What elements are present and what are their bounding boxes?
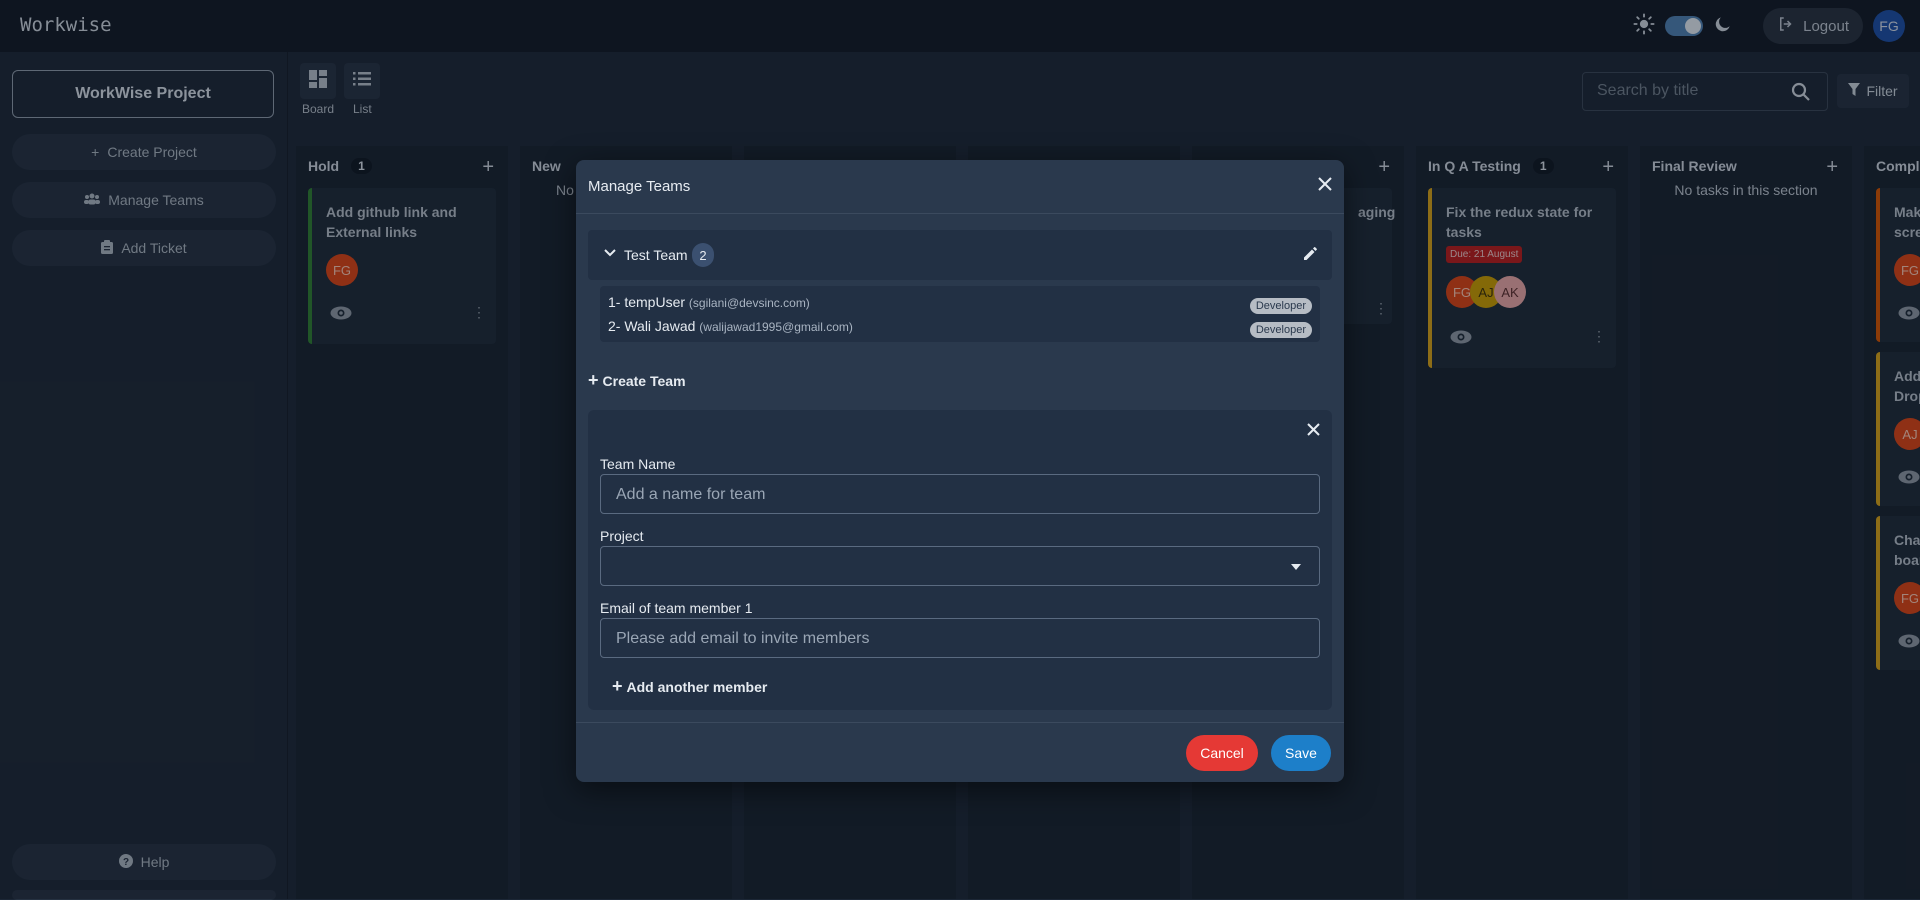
plus-icon: + bbox=[612, 676, 623, 696]
list-item: 1- tempUser (sgilani@devsinc.com) bbox=[608, 294, 810, 310]
add-another-member-button[interactable]: + Add another member bbox=[612, 676, 767, 697]
member-index: 1- bbox=[608, 294, 621, 310]
create-team-label: Create Team bbox=[602, 372, 686, 389]
list-item: 2- Wali Jawad (walijawad1995@gmail.com) bbox=[608, 318, 853, 334]
chevron-down-icon[interactable] bbox=[604, 245, 616, 260]
create-team-form: Team Name Project Email of team member 1… bbox=[588, 410, 1332, 710]
project-select[interactable] bbox=[600, 546, 1320, 586]
modal-footer-divider bbox=[576, 722, 1344, 723]
member-name: Wali Jawad bbox=[624, 318, 696, 334]
member-index: 2- bbox=[608, 318, 621, 334]
member-email: (sgilani@devsinc.com) bbox=[688, 296, 810, 310]
team-accordion-header[interactable]: Test Team 2 bbox=[588, 230, 1332, 280]
member-email: (walijawad1995@gmail.com) bbox=[699, 320, 853, 334]
team-name-input[interactable] bbox=[614, 485, 1298, 505]
plus-icon: + bbox=[588, 370, 599, 390]
create-team-button[interactable]: + Create Team bbox=[588, 370, 686, 391]
team-members-list: 1- tempUser (sgilani@devsinc.com) Develo… bbox=[600, 286, 1320, 342]
save-button[interactable]: Save bbox=[1271, 735, 1331, 771]
edit-pencil-icon[interactable] bbox=[1302, 244, 1320, 267]
modal-divider bbox=[576, 213, 1344, 214]
member-email-field bbox=[600, 618, 1320, 658]
dropdown-caret-icon bbox=[1291, 564, 1301, 570]
member-email-label: Email of team member 1 bbox=[600, 600, 753, 616]
close-icon[interactable] bbox=[1318, 174, 1332, 197]
member-email-input[interactable] bbox=[614, 629, 1298, 649]
team-name-label: Team Name bbox=[600, 456, 676, 472]
add-member-label: Add another member bbox=[626, 678, 768, 695]
team-name-field bbox=[600, 474, 1320, 514]
manage-teams-modal: Manage Teams Test Team 2 1- tempUser (sg… bbox=[576, 160, 1344, 782]
role-badge: Developer bbox=[1249, 298, 1312, 314]
role-badge: Developer bbox=[1249, 322, 1312, 338]
cancel-button[interactable]: Cancel bbox=[1186, 735, 1258, 771]
close-form-icon[interactable] bbox=[1307, 420, 1320, 441]
team-member-count: 2 bbox=[692, 243, 714, 267]
modal-title: Manage Teams bbox=[588, 178, 691, 195]
team-name: Test Team bbox=[624, 247, 688, 263]
member-name: tempUser bbox=[624, 294, 686, 310]
project-label: Project bbox=[600, 528, 644, 544]
